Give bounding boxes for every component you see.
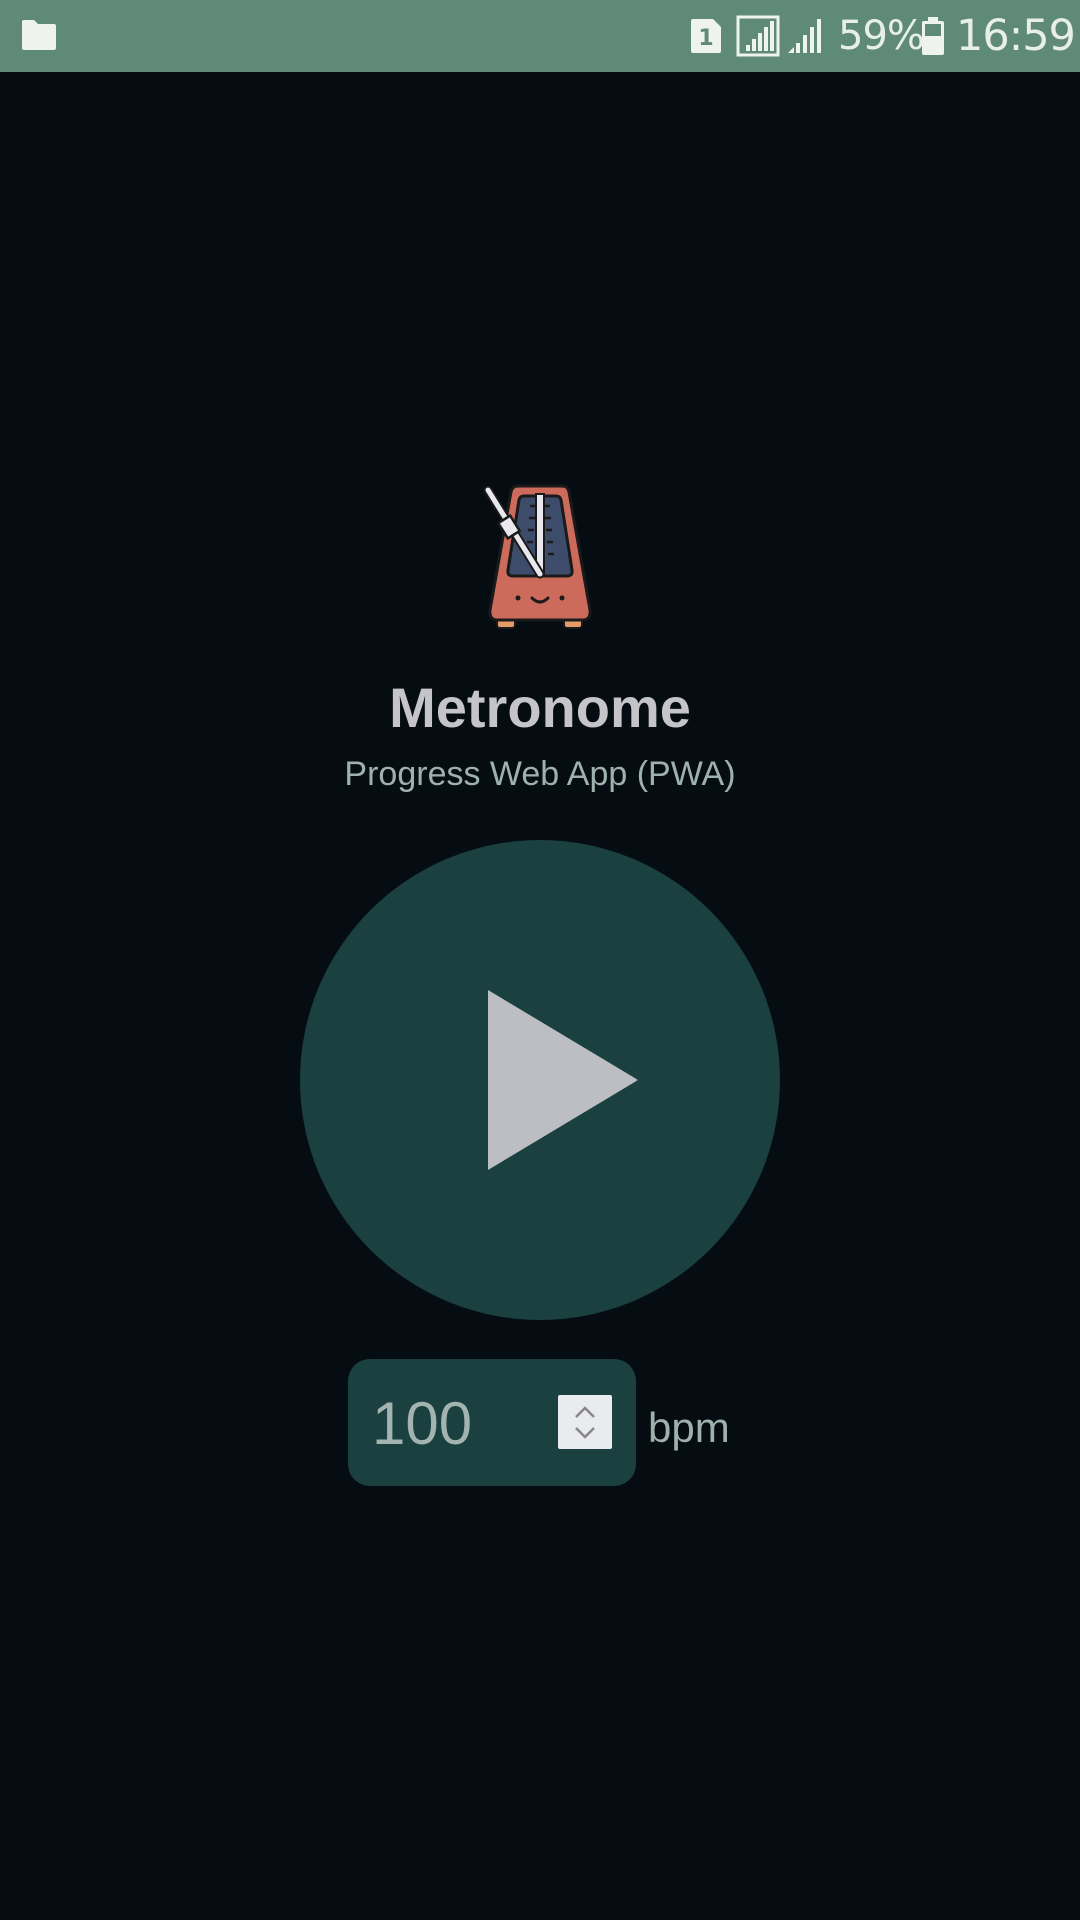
bpm-input[interactable] xyxy=(372,1381,552,1465)
sim-slot-label: 1 xyxy=(698,26,713,51)
chevron-down-icon[interactable] xyxy=(573,1426,597,1440)
signal-icon xyxy=(788,19,821,53)
bpm-field xyxy=(348,1359,636,1486)
sim-icon: 1 xyxy=(691,19,721,53)
bpm-unit-label: bpm xyxy=(648,1404,730,1451)
play-button[interactable] xyxy=(300,840,780,1320)
status-bar: 1 59% 16:59 xyxy=(0,0,1080,72)
folder-icon xyxy=(22,20,56,50)
app-subtitle: Progress Web App (PWA) xyxy=(344,755,736,793)
signal-icon xyxy=(736,15,780,57)
metronome-icon xyxy=(483,484,592,629)
battery-icon xyxy=(922,17,944,55)
app-title: Metronome xyxy=(389,676,691,739)
clock: 16:59 xyxy=(956,11,1076,61)
bpm-stepper[interactable] xyxy=(558,1395,612,1449)
play-icon xyxy=(488,990,638,1170)
battery-percent: 59% xyxy=(838,13,925,59)
chevron-up-icon[interactable] xyxy=(573,1405,597,1419)
